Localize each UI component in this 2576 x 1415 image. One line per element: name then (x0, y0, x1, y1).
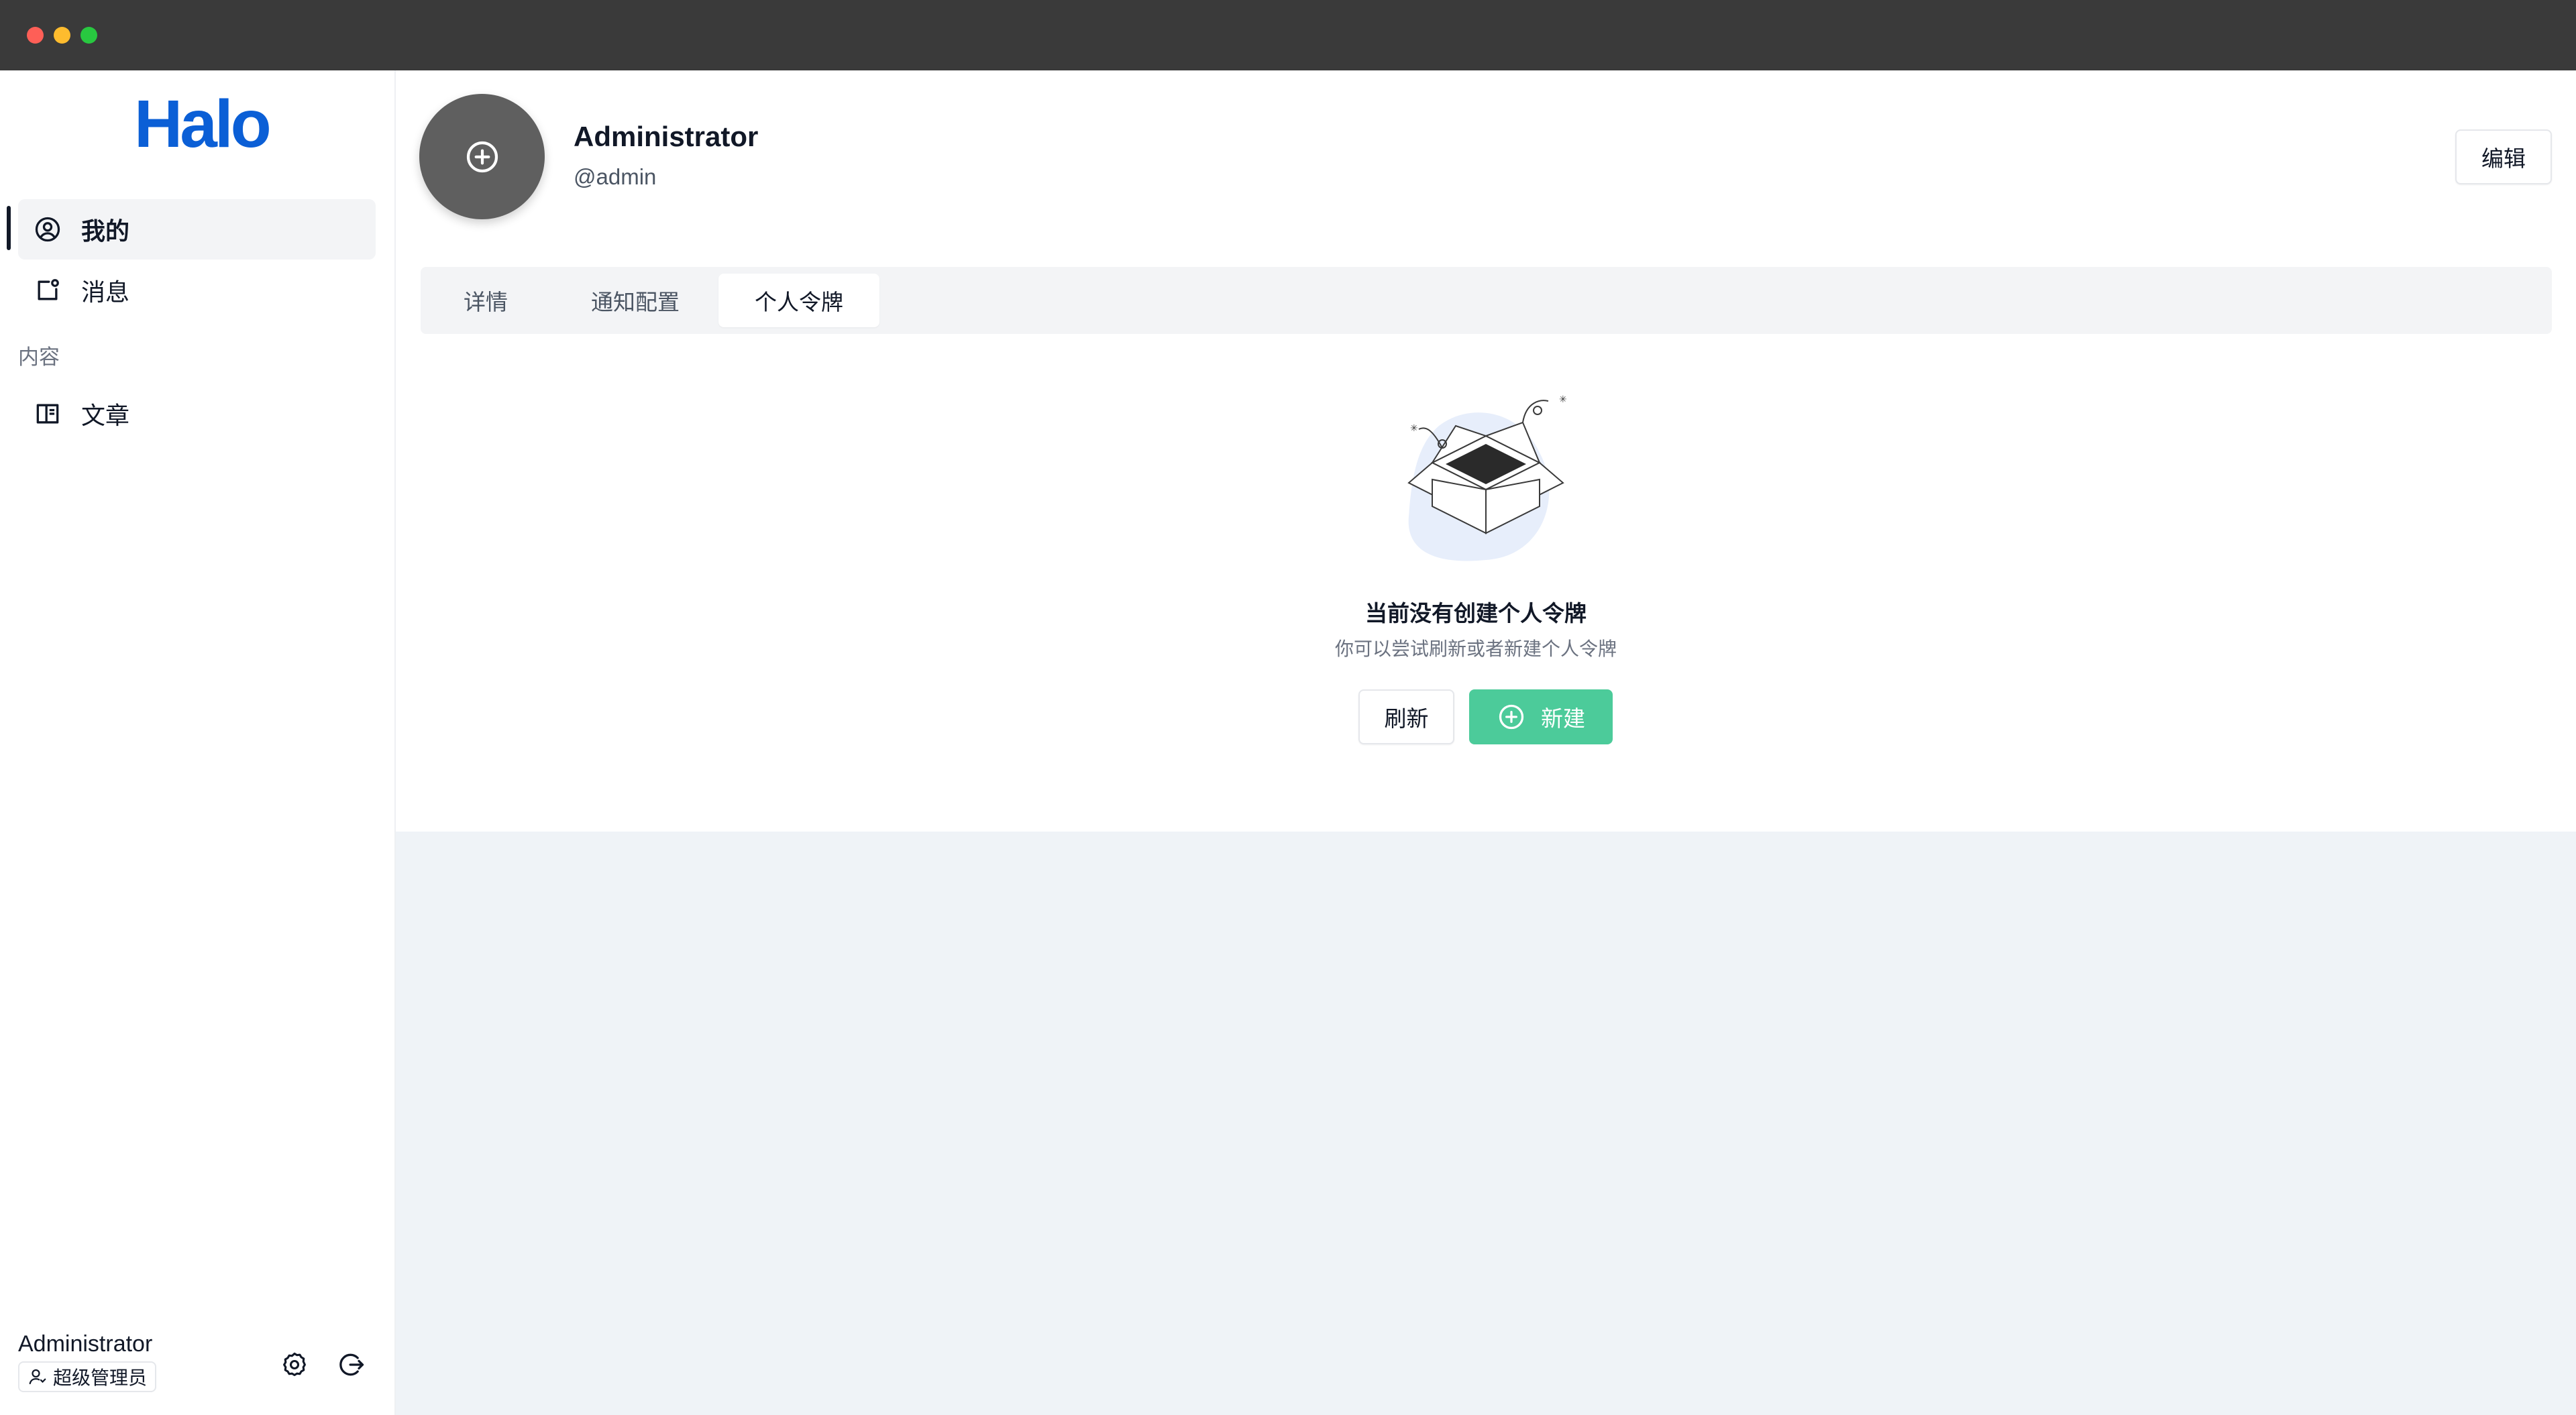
sidebar-item-label: 我的 (81, 217, 130, 245)
logout-icon (339, 1353, 364, 1376)
new-token-button[interactable]: 新建 (1469, 689, 1613, 744)
plus-circle-icon (466, 141, 498, 172)
sidebar-item-notifications[interactable]: 消息 (18, 260, 376, 321)
role-label: 超级管理员 (53, 1367, 148, 1388)
tab-personal-tokens[interactable]: 个人令牌 (718, 274, 879, 327)
new-token-label: 新建 (1541, 706, 1585, 731)
plus-circle-icon (1499, 704, 1524, 730)
edit-button[interactable]: 编辑 (2455, 129, 2552, 184)
nav-group-label: 内容 (18, 345, 60, 369)
notification-icon (38, 279, 59, 300)
profile-handle: @admin (574, 164, 657, 189)
empty-box-illustration: ✳ ✳ (1407, 394, 1567, 561)
sidebar-item-label: 文章 (81, 402, 130, 429)
logout-button[interactable] (337, 1350, 370, 1383)
window-titlebar (0, 0, 2576, 70)
current-user-name: Administrator (18, 1331, 153, 1357)
settings-button[interactable] (280, 1350, 313, 1383)
avatar-upload[interactable] (419, 94, 545, 219)
book-icon (36, 404, 59, 424)
sidebar-item-label: 消息 (81, 278, 130, 306)
gear-icon (283, 1352, 306, 1376)
halo-logo[interactable]: Halo (134, 91, 272, 158)
sidebar-item-profile[interactable]: 我的 (18, 199, 376, 260)
refresh-button[interactable]: 刷新 (1358, 689, 1454, 744)
sidebar: Halo 我的 消息 内容 文章 Administrator 超级管理员 (0, 70, 396, 1415)
sidebar-item-posts[interactable]: 文章 (18, 384, 376, 444)
svg-text:✳: ✳ (1410, 422, 1418, 433)
empty-state-title: 当前没有创建个人令牌 (1365, 601, 1587, 626)
active-nav-indicator (7, 206, 11, 250)
user-circle-icon (35, 217, 60, 242)
profile-tabs: 详情 通知配置 个人令牌 (421, 267, 2552, 334)
sidebar-footer: Administrator 超级管理员 (18, 1331, 380, 1405)
window-close-button[interactable] (27, 27, 44, 44)
tab-details[interactable]: 详情 (433, 274, 539, 327)
window-maximize-button[interactable] (80, 27, 97, 44)
user-role-icon (29, 1369, 46, 1385)
svg-text:✳: ✳ (1559, 394, 1567, 404)
role-badge: 超级管理员 (18, 1361, 157, 1392)
window-minimize-button[interactable] (54, 27, 70, 44)
tab-notification-settings[interactable]: 通知配置 (555, 274, 716, 327)
profile-name: Administrator (574, 121, 759, 152)
empty-state-description: 你可以尝试刷新或者新建个人令牌 (1334, 638, 1617, 659)
